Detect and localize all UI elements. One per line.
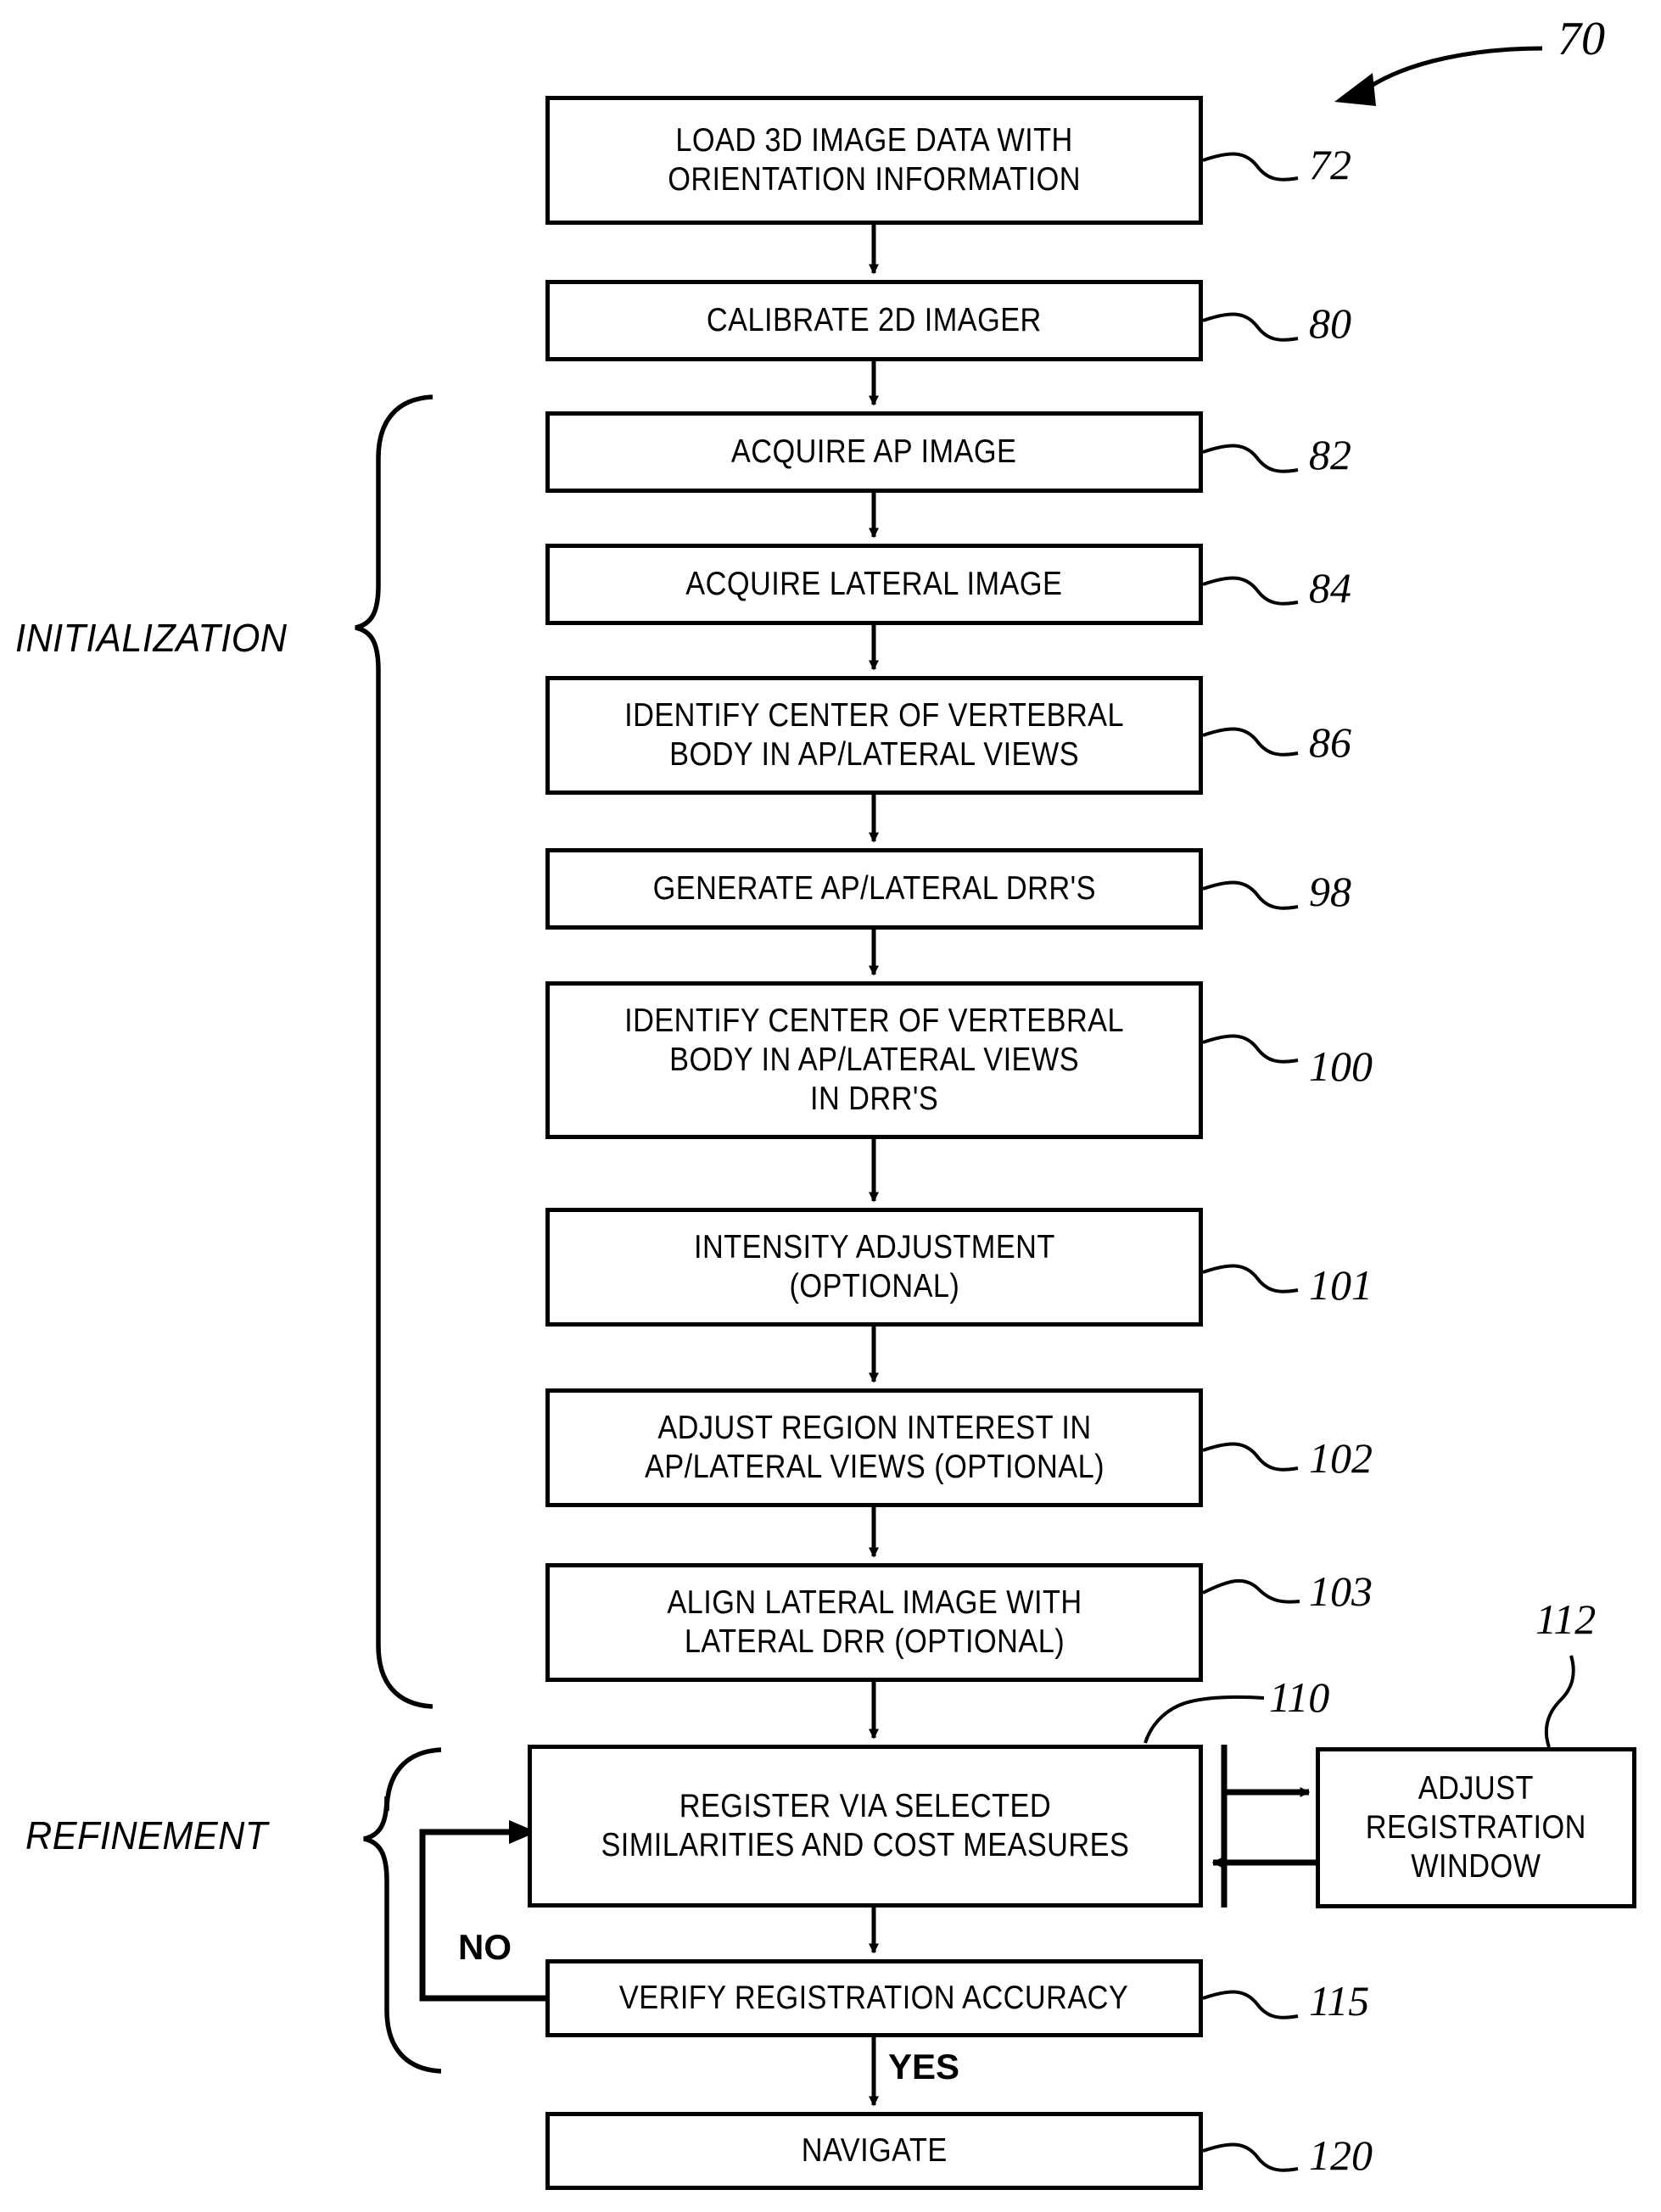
node-calibrate-2d-imager[interactable]: CALIBRATE 2D IMAGER <box>545 280 1203 361</box>
register-adjust-arrows <box>1211 1787 1311 1868</box>
node-label: ADJUST REGION INTEREST IN AP/LATERAL VIE… <box>644 1409 1105 1485</box>
node-label: IDENTIFY CENTER OF VERTEBRAL BODY IN AP/… <box>624 696 1124 773</box>
node-label: CALIBRATE 2D IMAGER <box>707 301 1042 338</box>
reference-numeral-86: 86 <box>1309 718 1351 766</box>
reference-numeral-102: 102 <box>1309 1434 1373 1482</box>
section-label-initialization: INITIALIZATION <box>15 616 288 660</box>
figure-number-70: 70 <box>1558 13 1605 65</box>
node-adjust-registration-window[interactable]: ADJUST REGISTRATION WINDOW <box>1316 1747 1636 1908</box>
node-identify-center-vertebral-body-in-drrs[interactable]: IDENTIFY CENTER OF VERTEBRAL BODY IN AP/… <box>545 981 1203 1139</box>
node-label: ACQUIRE AP IMAGE <box>731 433 1017 470</box>
reference-numeral-82: 82 <box>1309 431 1351 478</box>
refinement-brace <box>363 1747 442 2074</box>
node-acquire-lateral-image[interactable]: ACQUIRE LATERAL IMAGE <box>545 544 1203 625</box>
node-label: GENERATE AP/LATERAL DRR'S <box>652 869 1096 907</box>
reference-numeral-115: 115 <box>1309 1977 1370 2025</box>
node-label: NAVIGATE <box>801 2131 948 2169</box>
node-acquire-ap-image[interactable]: ACQUIRE AP IMAGE <box>545 411 1203 493</box>
reference-numeral-110: 110 <box>1269 1673 1330 1721</box>
node-label: IDENTIFY CENTER OF VERTEBRAL BODY IN AP/… <box>624 1002 1124 1117</box>
section-label-refinement: REFINEMENT <box>25 1813 268 1857</box>
reference-numeral-72: 72 <box>1309 141 1351 188</box>
reference-numeral-80: 80 <box>1309 299 1351 347</box>
node-label: REGISTER VIA SELECTED SIMILARITIES AND C… <box>601 1787 1130 1863</box>
node-identify-center-vertebral-body[interactable]: IDENTIFY CENTER OF VERTEBRAL BODY IN AP/… <box>545 676 1203 795</box>
branch-label-no: NO <box>458 1927 512 1967</box>
initialization-brace <box>355 394 433 1709</box>
node-navigate[interactable]: NAVIGATE <box>545 2112 1203 2190</box>
node-verify-registration-accuracy[interactable]: VERIFY REGISTRATION ACCURACY <box>545 1959 1203 2037</box>
branch-label-yes: YES <box>888 2047 960 2086</box>
reference-numeral-101: 101 <box>1309 1261 1373 1309</box>
reference-numeral-112: 112 <box>1535 1595 1597 1643</box>
node-label: LOAD 3D IMAGE DATA WITH ORIENTATION INFO… <box>668 121 1081 198</box>
adjust-window-stems <box>1221 1745 1316 1908</box>
node-label: ACQUIRE LATERAL IMAGE <box>685 565 1063 602</box>
reference-numeral-120: 120 <box>1309 2131 1373 2179</box>
node-label: INTENSITY ADJUSTMENT (OPTIONAL) <box>693 1228 1055 1304</box>
node-generate-ap-lateral-drrs[interactable]: GENERATE AP/LATERAL DRR'S <box>545 848 1203 930</box>
patent-figure-canvas: LOAD 3D IMAGE DATA WITH ORIENTATION INFO… <box>0 0 1661 2212</box>
node-label: VERIFY REGISTRATION ACCURACY <box>619 1979 1129 2016</box>
node-intensity-adjustment[interactable]: INTENSITY ADJUSTMENT (OPTIONAL) <box>545 1208 1203 1327</box>
node-align-lateral-image[interactable]: ALIGN LATERAL IMAGE WITH LATERAL DRR (OP… <box>545 1563 1203 1682</box>
reference-numeral-84: 84 <box>1309 564 1351 612</box>
node-label: ALIGN LATERAL IMAGE WITH LATERAL DRR (OP… <box>666 1584 1082 1660</box>
node-adjust-region-interest[interactable]: ADJUST REGION INTEREST IN AP/LATERAL VIE… <box>545 1388 1203 1507</box>
reference-numeral-100: 100 <box>1309 1042 1373 1090</box>
node-register-via-selected-similarities[interactable]: REGISTER VIA SELECTED SIMILARITIES AND C… <box>528 1745 1203 1908</box>
figure-ref-arrow <box>1334 46 1543 106</box>
node-label: ADJUST REGISTRATION WINDOW <box>1365 1769 1587 1885</box>
reference-numeral-98: 98 <box>1309 868 1351 915</box>
reference-numeral-103: 103 <box>1309 1567 1373 1615</box>
node-load-3d-image-data[interactable]: LOAD 3D IMAGE DATA WITH ORIENTATION INFO… <box>545 96 1203 225</box>
